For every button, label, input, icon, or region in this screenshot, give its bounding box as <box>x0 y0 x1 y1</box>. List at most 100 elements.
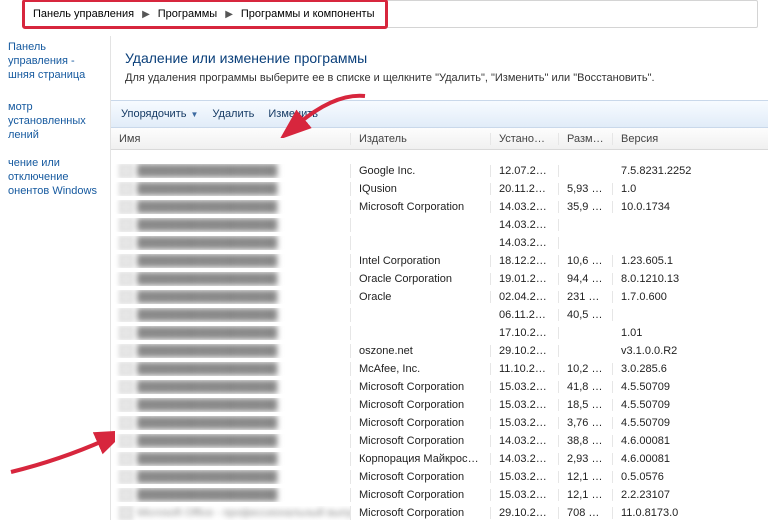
cell-publisher: Oracle <box>351 291 491 303</box>
cell-size: 40,5 МБ <box>559 309 613 321</box>
table-row[interactable]: ██████████████████ McAfee, Inc.11.10.2013… <box>111 360 768 378</box>
cell-installed: 29.10.2012 <box>491 507 559 519</box>
cell-installed: 14.03.2016 <box>491 237 559 249</box>
cell-publisher: McAfee, Inc. <box>351 363 491 375</box>
programs-list[interactable]: ██████████████████Google Inc.12.07.20177… <box>111 162 768 520</box>
program-icon <box>119 236 133 250</box>
col-publisher[interactable]: Издатель <box>351 133 491 145</box>
table-row[interactable]: ██████████████████Intel Corporation18.12… <box>111 252 768 270</box>
program-name: ██████████████████ <box>137 273 277 285</box>
cell-version: 4.5.50709 <box>613 417 723 429</box>
cell-installed: 15.03.2016 <box>491 489 559 501</box>
program-name: ██████████████████ <box>137 345 277 357</box>
table-row[interactable]: ██████████████████17.10.20131.01 <box>111 324 768 342</box>
cell-publisher: Корпорация Майкрософт <box>351 453 491 465</box>
cell-publisher: IQusion <box>351 183 491 195</box>
cell-size: 10,6 МБ <box>559 255 613 267</box>
program-name: ██████████████████ <box>137 489 277 501</box>
crumb-control-panel[interactable]: Панель управления <box>31 6 136 22</box>
program-icon <box>119 488 133 502</box>
cell-installed: 11.10.2013 <box>491 363 559 375</box>
table-row[interactable]: ██████████████████ Microsoft Corporation 1… <box>111 396 768 414</box>
cell-size: 35,9 МБ <box>559 201 613 213</box>
table-row[interactable]: ██████████████████06.11.201840,5 МБ <box>111 306 768 324</box>
change-button[interactable]: Изменить <box>268 108 318 120</box>
program-icon <box>119 416 133 430</box>
page-subtitle: Для удаления программы выберите ее в спи… <box>111 72 768 100</box>
program-icon <box>119 452 133 466</box>
table-row[interactable]: ██████████████████Microsoft Corporation1… <box>111 468 768 486</box>
cell-version: 10.0.1734 <box>613 201 723 213</box>
program-name: ██████████████████ <box>137 327 277 339</box>
breadcrumb[interactable]: Панель управления ▶ Программы ▶ Программ… <box>24 0 758 28</box>
crumb-programs-features[interactable]: Программы и компоненты <box>239 6 377 22</box>
table-row[interactable]: Microsoft Office - профессиональный выпу… <box>111 504 768 520</box>
crumb-programs[interactable]: Программы <box>156 6 219 22</box>
cell-publisher: Microsoft Corporation <box>351 489 491 501</box>
table-row[interactable]: ██████████████████oszone.net29.10.2012v3… <box>111 342 768 360</box>
cell-version: 0.5.0576 <box>613 471 723 483</box>
cell-size: 38,8 МБ <box>559 435 613 447</box>
program-icon <box>119 344 133 358</box>
cell-size: 12,1 МБ <box>559 471 613 483</box>
program-icon <box>119 326 133 340</box>
program-icon <box>119 164 133 178</box>
table-row[interactable]: ██████████████████Google Inc.12.07.20177… <box>111 162 768 180</box>
table-row[interactable]: ██████████████████IQusion20.11.20195,93 … <box>111 180 768 198</box>
program-name: ██████████████████ <box>137 183 277 195</box>
program-icon <box>119 200 133 214</box>
program-name: ██████████████████ <box>137 435 277 447</box>
table-row[interactable]: ██████████████████Microsoft Corporation1… <box>111 198 768 216</box>
table-row[interactable]: ██████████████████Oracle Corporation19.0… <box>111 270 768 288</box>
sidebar-item-updates[interactable]: мотр установленных лений <box>0 96 110 146</box>
program-name: ██████████████████ <box>137 399 277 411</box>
chevron-right-icon: ▶ <box>142 9 150 20</box>
cell-size: 94,4 МБ <box>559 273 613 285</box>
col-name[interactable]: Имя <box>111 133 351 145</box>
program-name: ██████████████████ <box>137 165 277 177</box>
cell-version: 4.6.00081 <box>613 435 723 447</box>
table-row[interactable]: ██████████████████Microsoft Corporation1… <box>111 414 768 432</box>
table-row[interactable]: ██████████████████Microsoft Corporation1… <box>111 378 768 396</box>
organize-button[interactable]: Упорядочить ▼ <box>121 108 198 120</box>
table-row[interactable]: ██████████████████Корпорация Майкрософт1… <box>111 450 768 468</box>
organize-label: Упорядочить <box>121 108 186 120</box>
cell-version: 3.0.285.6 <box>613 363 723 375</box>
cell-installed: 14.03.2016 <box>491 219 559 231</box>
program-name: ██████████████████ <box>137 381 277 393</box>
col-version[interactable]: Версия <box>613 133 723 145</box>
sidebar-item-home[interactable]: Панель управления - шняя страница <box>0 36 110 86</box>
cell-publisher: Microsoft Corporation <box>351 399 491 411</box>
program-icon <box>119 380 133 394</box>
table-row[interactable]: ██████████████████Microsoft Corporation1… <box>111 486 768 504</box>
sidebar: Панель управления - шняя страница мотр у… <box>0 36 110 520</box>
col-size[interactable]: Размер <box>559 133 613 145</box>
cell-size: 18,5 МБ <box>559 399 613 411</box>
program-icon <box>119 308 133 322</box>
cell-installed: 19.01.2017 <box>491 273 559 285</box>
cell-size: 12,1 МБ <box>559 489 613 501</box>
uninstall-button[interactable]: Удалить <box>212 108 254 120</box>
cell-installed: 14.03.2016 <box>491 201 559 213</box>
table-row[interactable]: ██████████████████Oracle02.04.2018231 МБ… <box>111 288 768 306</box>
table-row[interactable]: ██████████████████Microsoft Corporation1… <box>111 432 768 450</box>
cell-size: 5,93 МБ <box>559 183 613 195</box>
program-name: ██████████████████ <box>137 363 277 375</box>
cell-version: 7.5.8231.2252 <box>613 165 723 177</box>
column-headers[interactable]: Имя Издатель Установле... Размер Версия <box>111 128 768 150</box>
cell-publisher: oszone.net <box>351 345 491 357</box>
cell-version: 4.6.00081 <box>613 453 723 465</box>
cell-installed: 29.10.2012 <box>491 345 559 357</box>
cell-size: 41,8 МБ <box>559 381 613 393</box>
sidebar-item-windows-features[interactable]: чение или отключение онентов Windows <box>0 152 110 202</box>
table-row[interactable]: ██████████████████14.03.2016 <box>111 234 768 252</box>
program-icon <box>119 398 133 412</box>
cell-version: 11.0.8173.0 <box>613 507 723 519</box>
col-installed[interactable]: Установле... <box>491 133 559 145</box>
cell-publisher: Microsoft Corporation <box>351 471 491 483</box>
cell-installed: 15.03.2016 <box>491 381 559 393</box>
table-row[interactable]: ██████████████████14.03.2016 <box>111 216 768 234</box>
cell-installed: 18.12.2012 <box>491 255 559 267</box>
cell-publisher: Google Inc. <box>351 165 491 177</box>
program-icon <box>119 254 133 268</box>
